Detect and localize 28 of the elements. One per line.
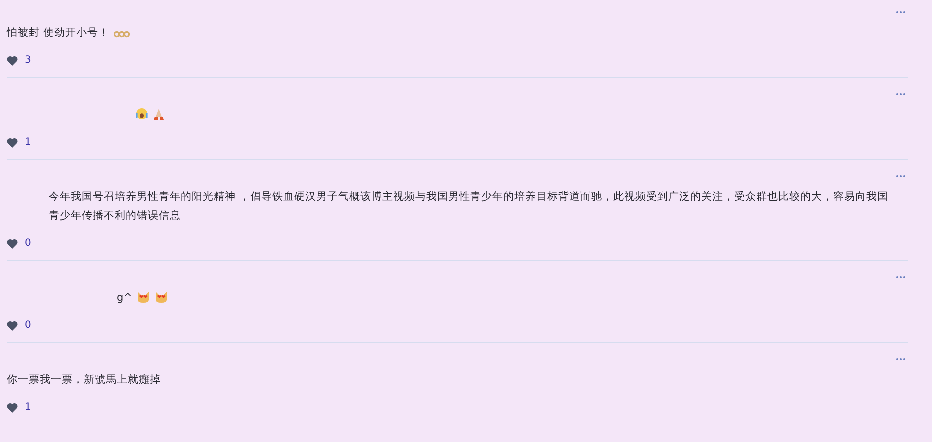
like-count: 1 (25, 136, 32, 150)
heart-eyes-cat-icon (155, 291, 168, 303)
more-icon (896, 276, 906, 279)
more-icon (896, 92, 906, 96)
like-button[interactable] (7, 238, 18, 248)
heart-icon (7, 402, 18, 412)
more-icon (896, 174, 906, 178)
praying-hands-icon (153, 108, 165, 120)
like-button[interactable] (7, 320, 18, 330)
more-icon (896, 10, 906, 14)
heart-eyes-cat-icon (137, 291, 150, 303)
comment-text: 怕被封 使劲开小号！ (7, 27, 110, 39)
crying-face-icon (136, 108, 148, 120)
heart-icon (7, 238, 18, 248)
like-button[interactable] (7, 56, 18, 66)
heart-icon (7, 56, 18, 66)
like-count: 0 (25, 237, 32, 251)
heart-icon (7, 320, 18, 330)
like-count: 1 (25, 401, 32, 415)
comment-text: 你一票我一票，新號馬上就癱掉 (7, 374, 161, 386)
more-icon (896, 358, 906, 361)
like-count: 0 (25, 319, 32, 333)
heart-icon (7, 138, 18, 148)
like-button[interactable] (7, 138, 18, 148)
comment-text: 今年我国号召培养男性青年的阳光精神 ，倡导铁血硬汉男子气概该博主视频与我国男性青少年的培养目标背道而驰，此视频受到广泛的关注，受众群也比较的大，容易向我国青少年传播不利的错误信息 (49, 191, 888, 222)
comment-text: g^ (117, 292, 132, 304)
like-button[interactable] (7, 402, 18, 412)
like-count: 3 (25, 54, 32, 68)
